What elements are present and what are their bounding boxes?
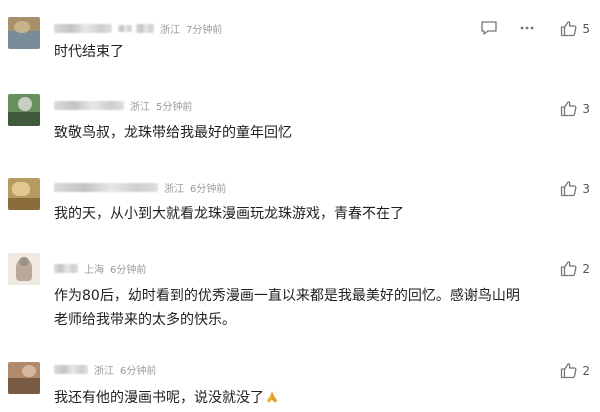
comment-item: 浙江 6分钟前 我的天，从小到大就看龙珠漫画玩龙珠游戏，青春不在了 3 <box>0 160 600 240</box>
timestamp-label: 5分钟前 <box>156 101 193 113</box>
comment-tools <box>480 20 535 36</box>
comment-text-row: 我还有他的漫画书呢，说没就没了 <box>54 387 279 409</box>
badge-blurred <box>118 24 132 32</box>
comment-meta: 浙江 6分钟前 <box>54 362 157 377</box>
thumbs-up-icon <box>560 362 578 379</box>
username-blurred[interactable] <box>54 182 158 192</box>
timestamp-label: 6分钟前 <box>190 183 227 195</box>
comment-text: 我的天，从小到大就看龙珠漫画玩龙珠游戏，青春不在了 <box>54 206 404 222</box>
comment-meta: 浙江 7分钟前 <box>54 21 223 36</box>
timestamp-label: 6分钟前 <box>120 365 157 377</box>
location-label: 浙江 <box>164 183 184 195</box>
username-blurred[interactable] <box>54 100 124 110</box>
like-button[interactable]: 2 <box>560 362 590 379</box>
comment-text: 致敬鸟叔，龙珠带给我最好的童年回忆 <box>54 125 292 141</box>
username-blurred[interactable] <box>54 364 88 374</box>
location-label: 浙江 <box>160 24 180 36</box>
thumbs-up-icon <box>560 20 578 37</box>
like-count: 3 <box>582 181 590 196</box>
like-count: 2 <box>582 363 590 378</box>
avatar[interactable] <box>8 94 40 126</box>
username-blurred[interactable] <box>54 263 78 273</box>
avatar[interactable] <box>8 17 40 49</box>
like-button[interactable]: 3 <box>560 180 590 197</box>
comment-bubble-icon[interactable] <box>480 20 498 36</box>
comment-meta: 上海 6分钟前 <box>54 261 147 276</box>
more-dots-icon[interactable] <box>519 20 535 36</box>
comment-meta: 浙江 5分钟前 <box>54 98 193 113</box>
like-button[interactable]: 3 <box>560 100 590 117</box>
like-count: 3 <box>582 101 590 116</box>
like-button[interactable]: 2 <box>560 260 590 277</box>
avatar[interactable] <box>8 253 40 285</box>
location-label: 上海 <box>84 264 104 276</box>
location-label: 浙江 <box>130 101 150 113</box>
avatar[interactable] <box>8 362 40 394</box>
like-count: 2 <box>582 261 590 276</box>
avatar[interactable] <box>8 178 40 210</box>
thumbs-up-icon <box>560 180 578 197</box>
thumbs-up-icon <box>560 100 578 117</box>
comment-text: 我还有他的漫画书呢，说没就没了 <box>54 390 264 406</box>
username-blurred <box>136 23 154 33</box>
like-count: 5 <box>582 21 590 36</box>
comment-item: 浙江 7分钟前 时代结束了 5 <box>0 0 600 80</box>
location-label: 浙江 <box>94 365 114 377</box>
comment-text-line-2: 老师给我带来的太多的快乐。 <box>54 312 236 328</box>
comment-text: 时代结束了 <box>54 44 124 60</box>
comment-text-line-1: 作为80后，幼时看到的优秀漫画一直以来都是我最美好的回忆。感谢鸟山明 <box>54 288 520 304</box>
timestamp-label: 6分钟前 <box>110 264 147 276</box>
comment-item: 上海 6分钟前 作为80后，幼时看到的优秀漫画一直以来都是我最美好的回忆。感谢鸟… <box>0 240 600 340</box>
folded-hands-emoji <box>265 389 279 403</box>
timestamp-label: 7分钟前 <box>186 24 223 36</box>
comment-meta: 浙江 6分钟前 <box>54 180 227 195</box>
thumbs-up-icon <box>560 260 578 277</box>
comment-item: 浙江 5分钟前 致敬鸟叔，龙珠带给我最好的童年回忆 3 <box>0 80 600 160</box>
username-blurred[interactable] <box>54 23 112 33</box>
comment-item: 浙江 6分钟前 我还有他的漫画书呢，说没就没了 2 <box>0 340 600 412</box>
like-button[interactable]: 5 <box>560 20 590 37</box>
